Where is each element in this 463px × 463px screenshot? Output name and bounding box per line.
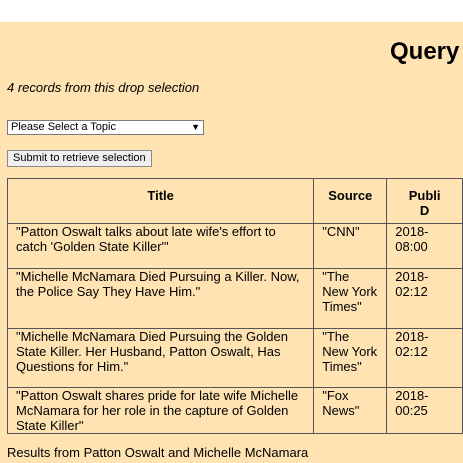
cell-time: 00:25 bbox=[395, 403, 428, 418]
results-table: Title Source Publi D "Patton Oswalt talk… bbox=[7, 178, 463, 434]
table-row: "Patton Oswalt shares pride for late wif… bbox=[8, 388, 463, 434]
cell-time: 02:12 bbox=[395, 284, 428, 299]
cell-published: 2018- 00:25 bbox=[387, 388, 463, 434]
table-row: "Michelle McNamara Died Pursuing a Kille… bbox=[8, 269, 463, 329]
column-header-title: Title bbox=[8, 179, 315, 224]
record-count: 4 records from this drop selection bbox=[7, 80, 200, 95]
topic-select-value: Please Select a Topic bbox=[11, 121, 116, 133]
cell-date: 2018- bbox=[395, 329, 429, 344]
cell-title: "Patton Oswalt talks about late wife's e… bbox=[8, 224, 315, 269]
cell-source: "The New York Times" bbox=[314, 269, 388, 329]
table-row: "Patton Oswalt talks about late wife's e… bbox=[8, 224, 463, 269]
chevron-down-icon: ▼ bbox=[191, 122, 200, 132]
cell-date: 2018- bbox=[395, 224, 429, 239]
page-container: Query 4 records from this drop selection… bbox=[0, 22, 463, 463]
topic-select[interactable]: Please Select a Topic ▼ bbox=[7, 120, 204, 135]
column-header-published: Publi D bbox=[387, 179, 463, 224]
cell-date: 2018- bbox=[395, 269, 429, 284]
cell-published: 2018- 02:12 bbox=[387, 269, 463, 329]
cell-published: 2018- 08:00 bbox=[387, 224, 463, 269]
cell-time: 08:00 bbox=[395, 239, 428, 254]
cell-time: 02:12 bbox=[395, 344, 428, 359]
submit-button[interactable]: Submit to retrieve selection bbox=[7, 150, 152, 167]
column-header-published-label: Publi bbox=[408, 188, 441, 203]
cell-date: 2018- bbox=[395, 388, 429, 403]
cell-title: "Michelle McNamara Died Pursuing a Kille… bbox=[8, 269, 315, 329]
cell-source: "The New York Times" bbox=[314, 329, 388, 388]
cell-title: "Michelle McNamara Died Pursuing the Gol… bbox=[8, 329, 315, 388]
column-header-source: Source bbox=[314, 179, 388, 224]
page-title: Query bbox=[390, 38, 460, 65]
results-footer: Results from Patton Oswalt and Michelle … bbox=[7, 445, 309, 460]
table-row: "Michelle McNamara Died Pursuing the Gol… bbox=[8, 329, 463, 388]
cell-source: "CNN" bbox=[314, 224, 388, 269]
cell-published: 2018- 02:12 bbox=[387, 329, 463, 388]
cell-source: "Fox News" bbox=[314, 388, 388, 434]
column-header-published-sub: D bbox=[419, 203, 430, 218]
cell-title: "Patton Oswalt shares pride for late wif… bbox=[8, 388, 315, 434]
